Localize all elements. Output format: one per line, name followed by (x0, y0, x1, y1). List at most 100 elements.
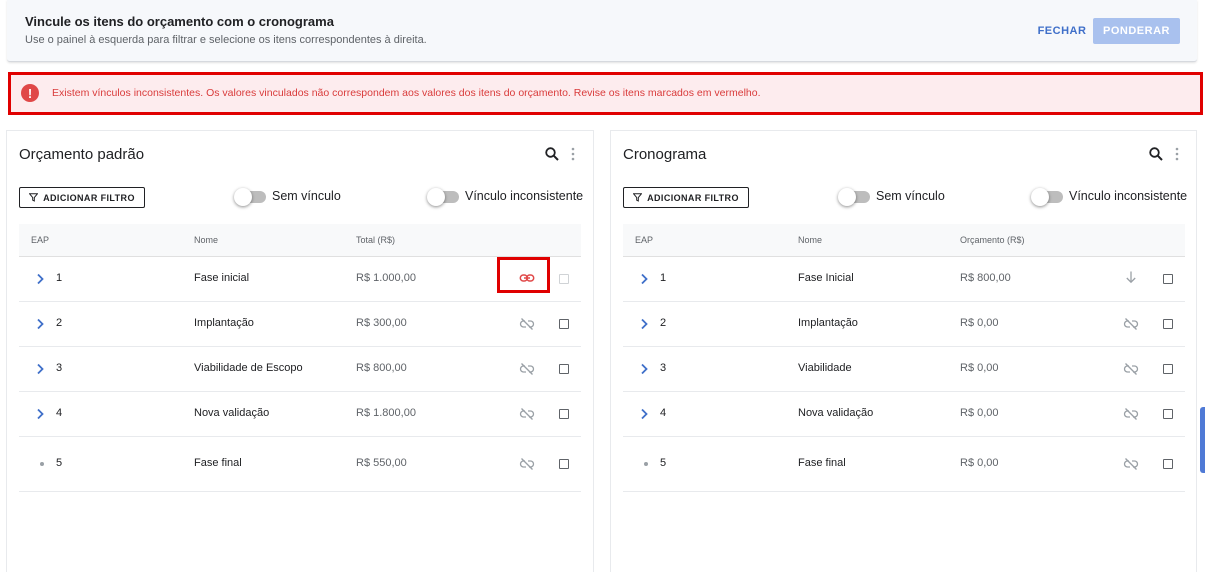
link-off-icon[interactable] (519, 316, 535, 332)
table-row[interactable]: 2 Implantação R$ 0,00 (623, 302, 1185, 347)
row-eap: 5 (56, 457, 63, 469)
row-eap: 3 (660, 362, 667, 374)
alert-message: Existem vínculos inconsistentes. Os valo… (52, 87, 761, 99)
add-filter-label: ADICIONAR FILTRO (43, 192, 135, 203)
chevron-right-icon[interactable] (640, 273, 648, 285)
row-checkbox[interactable] (559, 409, 569, 419)
close-button[interactable]: FECHAR (1032, 18, 1092, 44)
row-valor: R$ 800,00 (960, 272, 1011, 284)
row-nome: Implantação (194, 317, 254, 329)
dialog-subtitle: Use o painel à esquerda para filtrar e s… (25, 34, 427, 46)
schedule-panel: Cronograma ADICIONAR FILTRO Sem vínculo … (610, 130, 1197, 572)
row-valor: R$ 0,00 (960, 362, 999, 374)
row-checkbox[interactable] (1163, 459, 1173, 469)
toggle-sem-vinculo-label: Sem vínculo (272, 189, 341, 203)
row-checkbox[interactable] (1163, 364, 1173, 374)
dialog-title: Vincule os itens do orçamento com o cron… (25, 14, 334, 29)
more-vert-icon[interactable] (570, 146, 576, 162)
link-off-icon[interactable] (519, 406, 535, 422)
filter-icon (633, 193, 643, 202)
table-row[interactable]: 1 Fase Inicial R$ 800,00 (623, 257, 1185, 302)
link-off-icon[interactable] (1123, 361, 1139, 377)
add-filter-button[interactable]: ADICIONAR FILTRO (623, 187, 749, 208)
toggle-sem-vinculo[interactable] (838, 188, 870, 206)
row-checkbox[interactable] (1163, 274, 1173, 284)
row-eap: 2 (660, 317, 667, 329)
row-nome: Nova validação (194, 407, 270, 419)
link-highlight (497, 257, 550, 293)
error-icon: ! (21, 84, 39, 102)
ponderar-button[interactable]: PONDERAR (1093, 18, 1180, 44)
table-header: EAP Nome Total (R$) (19, 224, 581, 257)
row-nome: Fase inicial (194, 272, 250, 284)
link-off-icon[interactable] (1123, 456, 1139, 472)
row-eap: 3 (56, 362, 63, 374)
link-off-icon[interactable] (519, 456, 535, 472)
table-row[interactable]: 2 Implantação R$ 300,00 (19, 302, 581, 347)
toggle-vinculo-inconsistente-label: Vínculo inconsistente (1069, 189, 1188, 203)
toggle-vinculo-inconsistente[interactable] (427, 188, 459, 206)
link-off-icon[interactable] (519, 361, 535, 377)
chevron-right-icon[interactable] (36, 273, 44, 285)
row-eap: 4 (660, 407, 667, 419)
chevron-right-icon[interactable] (36, 318, 44, 330)
table-row[interactable]: 5 Fase final R$ 550,00 (19, 437, 581, 492)
column-nome: Nome (194, 235, 219, 245)
row-valor: R$ 550,00 (356, 457, 407, 469)
toggle-sem-vinculo-label: Sem vínculo (876, 189, 945, 203)
toggle-vinculo-inconsistente-label: Vínculo inconsistente (465, 189, 584, 203)
chevron-right-icon[interactable] (36, 408, 44, 420)
row-nome: Fase final (194, 457, 242, 469)
row-valor: R$ 300,00 (356, 317, 407, 329)
row-valor: R$ 0,00 (960, 457, 999, 469)
link-off-icon[interactable] (1123, 406, 1139, 422)
panel-title: Cronograma (623, 146, 707, 163)
row-checkbox[interactable] (1163, 319, 1173, 329)
row-valor: R$ 800,00 (356, 362, 407, 374)
leaf-dot-icon (644, 462, 648, 466)
chevron-right-icon[interactable] (640, 408, 648, 420)
toggle-sem-vinculo[interactable] (234, 188, 266, 206)
row-checkbox[interactable] (559, 319, 569, 329)
chevron-right-icon[interactable] (640, 363, 648, 375)
chevron-right-icon[interactable] (36, 363, 44, 375)
arrow-down-icon[interactable] (1123, 269, 1139, 285)
row-nome: Fase final (798, 457, 846, 469)
more-vert-icon[interactable] (1174, 146, 1180, 162)
table-row[interactable]: 4 Nova validação R$ 0,00 (623, 392, 1185, 437)
panel-title: Orçamento padrão (19, 146, 145, 163)
toggle-vinculo-inconsistente[interactable] (1031, 188, 1063, 206)
row-nome: Nova validação (798, 407, 874, 419)
leaf-dot-icon (40, 462, 44, 466)
row-checkbox[interactable] (1163, 409, 1173, 419)
add-filter-button[interactable]: ADICIONAR FILTRO (19, 187, 145, 208)
error-alert: ! Existem vínculos inconsistentes. Os va… (8, 72, 1203, 115)
budget-panel: Orçamento padrão ADICIONAR FILTRO Sem ví… (6, 130, 594, 572)
table-row[interactable]: 5 Fase final R$ 0,00 (623, 437, 1185, 492)
table-row[interactable]: 3 Viabilidade R$ 0,00 (623, 347, 1185, 392)
scrollbar-handle[interactable] (1200, 407, 1205, 473)
row-valor: R$ 0,00 (960, 317, 999, 329)
column-eap: EAP (31, 235, 50, 245)
row-nome: Viabilidade de Escopo (194, 362, 303, 374)
row-valor: R$ 0,00 (960, 407, 999, 419)
dialog-header: Vincule os itens do orçamento com o cron… (7, 0, 1197, 62)
table-row[interactable]: 3 Viabilidade de Escopo R$ 800,00 (19, 347, 581, 392)
column-eap: EAP (635, 235, 654, 245)
link-off-icon[interactable] (1123, 316, 1139, 332)
search-icon[interactable] (544, 146, 560, 162)
row-nome: Implantação (798, 317, 858, 329)
search-icon[interactable] (1148, 146, 1164, 162)
row-eap: 2 (56, 317, 63, 329)
row-checkbox[interactable] (559, 459, 569, 469)
row-eap: 1 (660, 272, 667, 284)
column-orcamento: Orçamento (R$) (960, 235, 1025, 245)
table-header: EAP Nome Orçamento (R$) (623, 224, 1185, 257)
table-row[interactable]: 4 Nova validação R$ 1.800,00 (19, 392, 581, 437)
column-nome: Nome (798, 235, 823, 245)
row-eap: 5 (660, 457, 667, 469)
chevron-right-icon[interactable] (640, 318, 648, 330)
row-checkbox[interactable] (559, 364, 569, 374)
row-valor: R$ 1.800,00 (356, 407, 416, 419)
row-valor: R$ 1.000,00 (356, 272, 416, 284)
